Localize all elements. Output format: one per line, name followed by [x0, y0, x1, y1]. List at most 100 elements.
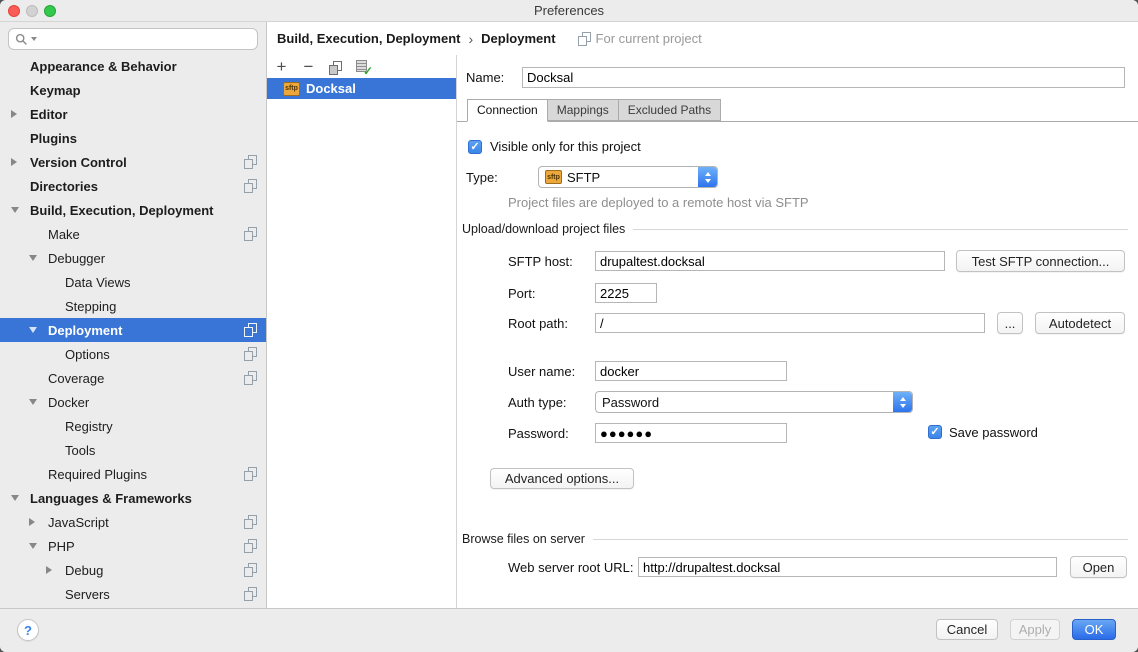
sidebar-item-appearance-behavior[interactable]: Appearance & Behavior	[0, 54, 266, 78]
breadcrumb-page: Deployment	[481, 31, 555, 46]
sidebar-item-label: Data Views	[65, 275, 131, 290]
type-label: Type:	[466, 170, 498, 186]
auth-type-dropdown[interactable]: Password	[595, 391, 913, 413]
sidebar-item-coverage[interactable]: Coverage	[0, 366, 266, 390]
sidebar-item-label: JavaScript	[48, 515, 109, 530]
breadcrumb-section[interactable]: Build, Execution, Deployment	[277, 31, 460, 46]
chevron-right-icon[interactable]	[46, 566, 52, 574]
sidebar-item-servers[interactable]: Servers	[0, 582, 266, 606]
browse-root-path-button[interactable]: ...	[997, 312, 1023, 334]
sftp-host-input[interactable]	[595, 251, 945, 271]
sidebar-item-editor[interactable]: Editor	[0, 102, 266, 126]
servers-toolbar: + − ✓	[273, 57, 371, 77]
port-input[interactable]	[595, 283, 657, 303]
sidebar-item-keymap[interactable]: Keymap	[0, 78, 266, 102]
sidebar-item-stepping[interactable]: Stepping	[0, 294, 266, 318]
server-item-docksal[interactable]: sftpDocksal	[267, 78, 456, 99]
visible-only-checkbox[interactable]	[468, 140, 482, 154]
name-input[interactable]	[522, 67, 1125, 88]
use-as-default-icon[interactable]: ✓	[354, 59, 371, 76]
chevron-down-icon[interactable]	[29, 255, 37, 261]
search-options-caret-icon[interactable]	[31, 37, 37, 41]
sidebar-item-tools[interactable]: Tools	[0, 438, 266, 462]
per-project-icon	[244, 467, 257, 480]
sidebar-item-build-execution-deployment[interactable]: Build, Execution, Deployment	[0, 198, 266, 222]
browse-section-header: Browse files on server	[462, 532, 1128, 546]
sidebar-item-javascript[interactable]: JavaScript	[0, 510, 266, 534]
sidebar-item-label: Keymap	[30, 83, 81, 98]
sidebar-item-docker[interactable]: Docker	[0, 390, 266, 414]
chevron-down-icon[interactable]	[29, 327, 37, 333]
advanced-options-button[interactable]: Advanced options...	[490, 468, 634, 489]
sidebar-item-label: Version Control	[30, 155, 127, 170]
chevron-down-icon[interactable]	[11, 207, 19, 213]
web-root-input[interactable]	[638, 557, 1057, 577]
search-input[interactable]	[40, 32, 251, 47]
sidebar-item-label: Plugins	[30, 131, 77, 146]
sidebar-item-debugger[interactable]: Debugger	[0, 246, 266, 270]
chevron-down-icon[interactable]	[11, 495, 19, 501]
apply-button[interactable]: Apply	[1010, 619, 1060, 640]
sidebar-item-directories[interactable]: Directories	[0, 174, 266, 198]
remove-icon[interactable]: −	[300, 59, 317, 76]
close-window-button[interactable]	[8, 5, 20, 17]
user-name-label: User name:	[508, 364, 575, 380]
add-icon[interactable]: +	[273, 59, 290, 76]
chevron-right-icon[interactable]	[11, 158, 17, 166]
user-name-input[interactable]	[595, 361, 787, 381]
help-button[interactable]: ?	[17, 619, 39, 641]
chevron-down-icon[interactable]	[29, 543, 37, 549]
zoom-window-button[interactable]	[44, 5, 56, 17]
chevron-down-icon[interactable]	[29, 399, 37, 405]
sidebar-item-make[interactable]: Make	[0, 222, 266, 246]
current-project-icon	[578, 32, 591, 45]
sidebar-item-required-plugins[interactable]: Required Plugins	[0, 462, 266, 486]
password-input[interactable]	[595, 423, 787, 443]
sidebar-item-label: Debug	[65, 563, 103, 578]
auth-type-value: Password	[602, 395, 659, 410]
titlebar: Preferences	[0, 0, 1138, 22]
open-button[interactable]: Open	[1070, 556, 1127, 578]
tab-excluded-paths[interactable]: Excluded Paths	[619, 99, 721, 121]
window-controls	[8, 5, 56, 17]
sidebar-item-languages-frameworks[interactable]: Languages & Frameworks	[0, 486, 266, 510]
autodetect-button[interactable]: Autodetect	[1035, 312, 1125, 334]
per-project-icon	[244, 587, 257, 600]
test-sftp-connection-button[interactable]: Test SFTP connection...	[956, 250, 1125, 272]
sidebar-item-plugins[interactable]: Plugins	[0, 126, 266, 150]
connection-tabs: ConnectionMappingsExcluded Paths	[467, 99, 721, 122]
sidebar-item-registry[interactable]: Registry	[0, 414, 266, 438]
settings-search-field[interactable]	[8, 28, 258, 50]
scope-label: For current project	[596, 31, 702, 46]
per-project-icon	[244, 371, 257, 384]
sidebar-item-label: Required Plugins	[48, 467, 147, 482]
sidebar-item-label: Directories	[30, 179, 98, 194]
settings-tree: Appearance & Behavior Keymap Editor Plugins…	[0, 54, 266, 606]
sidebar-item-data-views[interactable]: Data Views	[0, 270, 266, 294]
password-label: Password:	[508, 426, 569, 442]
sftp-icon: sftp	[283, 82, 300, 96]
ok-button[interactable]: OK	[1072, 619, 1116, 640]
sidebar-item-debug[interactable]: Debug	[0, 558, 266, 582]
sidebar-item-deployment[interactable]: Deployment	[0, 318, 266, 342]
chevron-right-icon[interactable]	[11, 110, 17, 118]
tab-connection[interactable]: Connection	[467, 99, 548, 122]
sidebar-item-label: Docker	[48, 395, 89, 410]
cancel-button[interactable]: Cancel	[936, 619, 998, 640]
tab-mappings[interactable]: Mappings	[548, 99, 619, 121]
upload-section-header: Upload/download project files	[462, 222, 1128, 236]
type-dropdown[interactable]: sftp SFTP	[538, 166, 718, 188]
sidebar-item-version-control[interactable]: Version Control	[0, 150, 266, 174]
per-project-icon	[244, 323, 257, 336]
sidebar-item-php[interactable]: PHP	[0, 534, 266, 558]
save-password-checkbox[interactable]	[928, 425, 942, 439]
sidebar-item-label: Tools	[65, 443, 95, 458]
sidebar-item-options[interactable]: Options	[0, 342, 266, 366]
root-path-input[interactable]	[595, 313, 985, 333]
minimize-window-button[interactable]	[26, 5, 38, 17]
copy-icon[interactable]	[327, 59, 344, 76]
preferences-window: Preferences Appearance & Behavior Keymap E…	[0, 0, 1138, 652]
chevron-right-icon[interactable]	[29, 518, 35, 526]
window-title: Preferences	[0, 0, 1138, 21]
per-project-icon	[244, 515, 257, 528]
